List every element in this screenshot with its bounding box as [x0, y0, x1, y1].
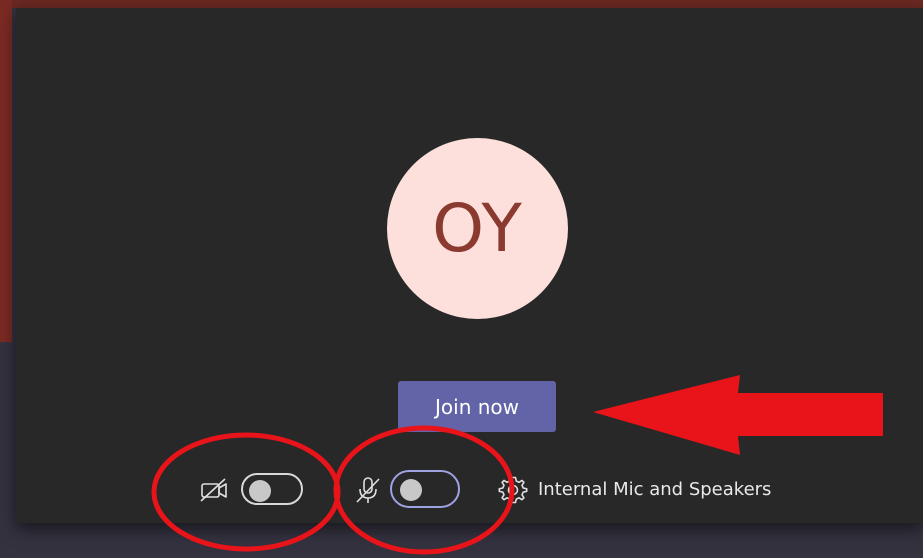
background-strip-top — [0, 0, 923, 8]
audio-device-label[interactable]: Internal Mic and Speakers — [538, 478, 771, 502]
video-off-icon[interactable] — [198, 474, 230, 506]
microphone-toggle[interactable] — [390, 470, 460, 508]
avatar-initials: OY — [432, 190, 523, 267]
gear-icon[interactable] — [497, 474, 529, 506]
user-avatar: OY — [387, 138, 568, 319]
microphone-toggle-knob — [400, 479, 422, 501]
camera-toggle-knob — [249, 480, 271, 502]
join-now-button[interactable]: Join now — [398, 381, 556, 432]
camera-toggle[interactable] — [241, 473, 303, 505]
mic-off-icon[interactable] — [352, 474, 384, 506]
background-strip-left — [0, 0, 12, 342]
